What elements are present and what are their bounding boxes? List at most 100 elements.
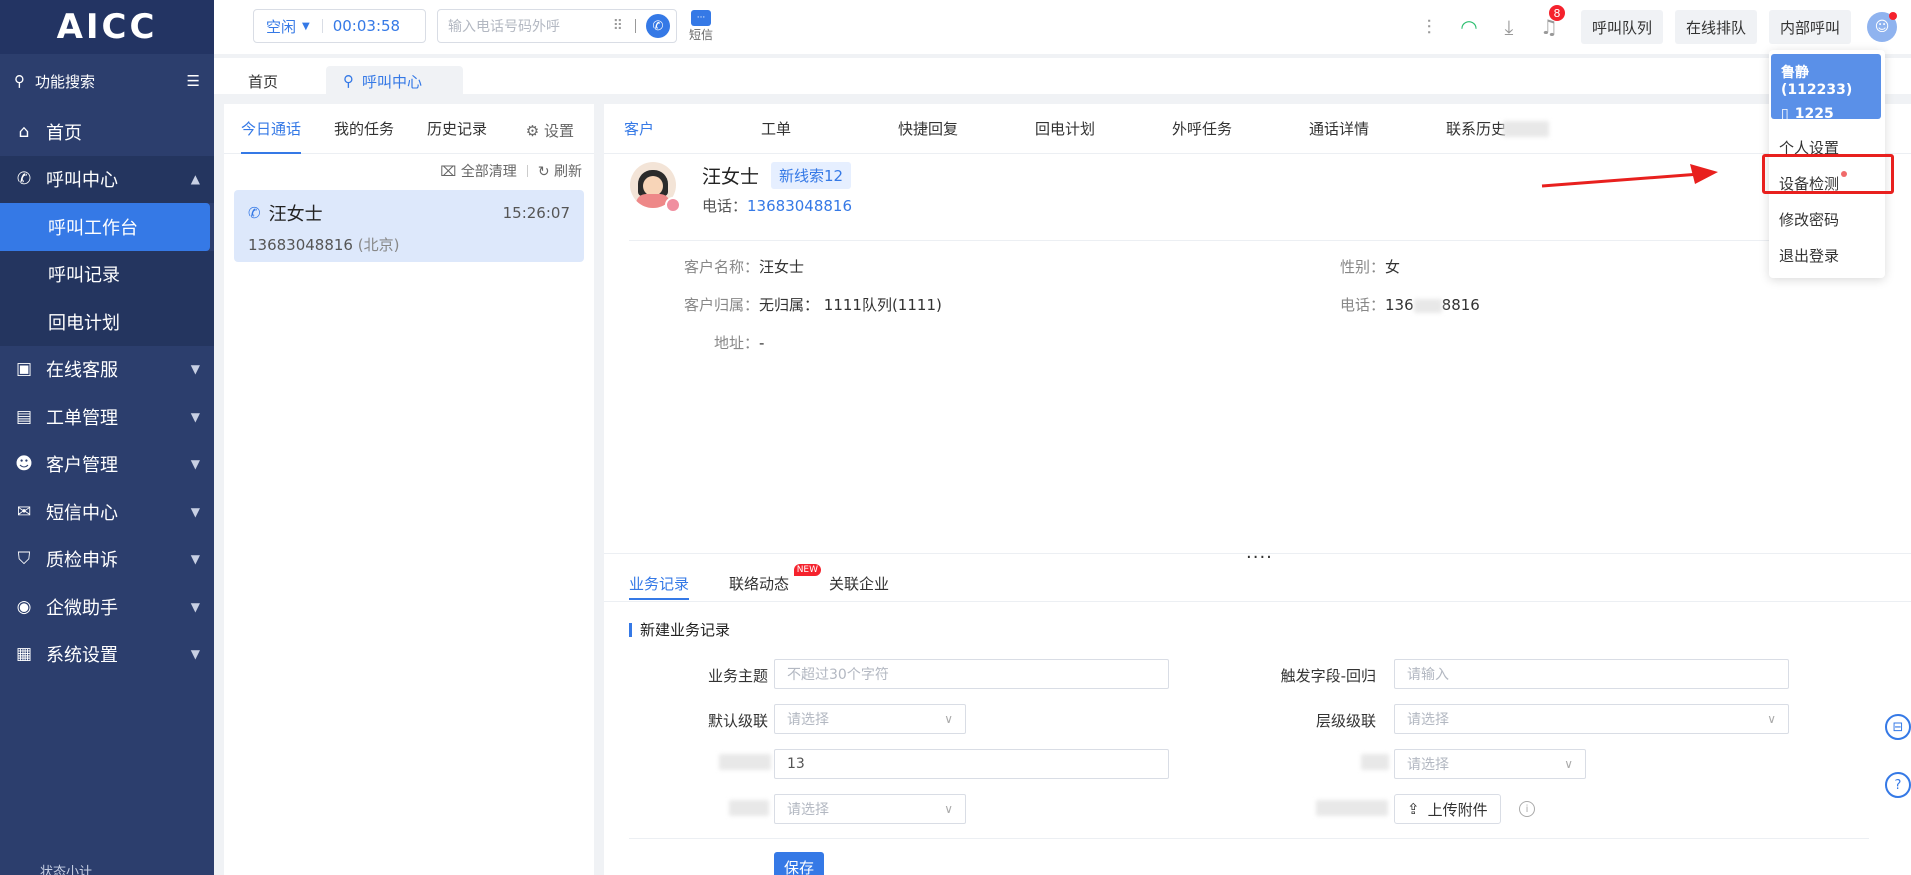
bell-icon[interactable]: ♫ 8 bbox=[1529, 5, 1569, 39]
online-queue-button[interactable]: 在线排队 bbox=[1674, 10, 1757, 44]
dial-input[interactable]: 输入电话号码外呼 bbox=[448, 16, 613, 36]
section-title: 新建业务记录 bbox=[629, 619, 730, 640]
sidebar-item-system-settings[interactable]: ▦ 系统设置 ▼ bbox=[0, 631, 214, 679]
search-icon: ⚲ bbox=[14, 72, 25, 90]
main-content: 客户 工单 快捷回复 回电计划 外呼任务 通话详情 联系历史 汪女士 新线索12 … bbox=[604, 104, 1911, 875]
chevron-up-icon: ▲ bbox=[190, 172, 200, 187]
tab-quick-reply[interactable]: 快捷回复 bbox=[898, 104, 1035, 154]
upload-attachment-button[interactable]: ⇪ 上传附件 bbox=[1394, 794, 1501, 824]
chevron-down-icon: ∨ bbox=[944, 712, 953, 726]
incoming-call-icon: ✆ bbox=[248, 204, 261, 222]
refresh-icon: ↻ bbox=[537, 164, 550, 180]
call-button[interactable]: ✆ bbox=[646, 14, 670, 38]
info-icon[interactable]: i bbox=[1519, 801, 1535, 817]
tab-business-records[interactable]: 业务记录 bbox=[629, 566, 690, 600]
broom-icon: ⌧ bbox=[440, 164, 457, 180]
field-customer-name: 客户名称：汪女士 bbox=[684, 256, 804, 277]
level-cascade-select[interactable]: 请选择 ∨ bbox=[1394, 704, 1789, 734]
dialpad-icon[interactable]: ⠿ bbox=[613, 18, 623, 34]
number-input[interactable]: 13 bbox=[774, 749, 1169, 779]
sms-button[interactable]: ··· 短信 bbox=[689, 10, 713, 43]
tab-ticket[interactable]: 工单 bbox=[761, 104, 898, 154]
sidebar-subitem-call-workbench[interactable]: 呼叫工作台 bbox=[0, 203, 210, 251]
call-list-item[interactable]: ✆ 汪女士 15:26:07 13683048816 (北京) bbox=[234, 190, 584, 262]
function-search[interactable]: ⚲ 功能搜索 ☰ bbox=[0, 54, 214, 108]
call-panel-settings-button[interactable]: ⚙ 设置 bbox=[526, 120, 574, 141]
help-float-icon[interactable]: ? bbox=[1885, 772, 1911, 798]
field-label: 客户归属： bbox=[684, 296, 760, 314]
phone-prefix: 136 bbox=[1385, 296, 1414, 314]
menu-change-password[interactable]: 修改密码 bbox=[1769, 201, 1885, 237]
tab-customer[interactable]: 客户 bbox=[624, 104, 761, 154]
select-field[interactable]: 请选择 ∨ bbox=[1394, 749, 1586, 779]
trigger-input[interactable]: 请输入 bbox=[1394, 659, 1789, 689]
sidebar-item-label: 工单管理 bbox=[46, 407, 118, 429]
sidebar-item-label: 首页 bbox=[46, 122, 82, 144]
tab-related-companies[interactable]: 关联企业 bbox=[829, 566, 889, 600]
sidebar-item-online-service[interactable]: ▣ 在线客服 ▼ bbox=[0, 346, 214, 394]
select-placeholder: 请选择 bbox=[1407, 757, 1449, 773]
bookmark-float-icon[interactable]: ⊟ bbox=[1885, 714, 1911, 740]
call-queue-button[interactable]: 呼叫队列 bbox=[1580, 10, 1663, 44]
sidebar-item-wecom-assistant[interactable]: ◉ 企微助手 ▼ bbox=[0, 583, 214, 631]
tab-contact-updates[interactable]: 联络动态 NEW bbox=[729, 564, 822, 600]
wifi-icon: ◠ bbox=[1460, 15, 1478, 39]
blurred-label bbox=[1361, 754, 1389, 770]
level-cascade-label: 层级级联 bbox=[1315, 712, 1376, 730]
sidebar-subitem-call-records[interactable]: 呼叫记录 bbox=[0, 250, 214, 298]
field-customer-owner: 客户归属：无归属： 1111队列(1111) bbox=[684, 294, 942, 315]
status-summary[interactable]: 状态小计 bbox=[0, 861, 214, 875]
customer-tag: 新线索12 bbox=[771, 162, 852, 189]
sidebar-item-sms-center[interactable]: ✉ 短信中心 ▼ bbox=[0, 488, 214, 536]
tab-today-calls[interactable]: 今日通话 bbox=[241, 104, 302, 154]
agent-status-select[interactable]: 空闲 ▼ 00:03:58 bbox=[253, 9, 426, 43]
dial-input-box[interactable]: 输入电话号码外呼 ⠿ ✆ bbox=[437, 9, 677, 43]
tab-callback-plan[interactable]: 回电计划 bbox=[1035, 104, 1172, 154]
sidebar-item-call-center[interactable]: ✆ 呼叫中心 ▲ bbox=[0, 155, 214, 203]
save-button[interactable]: 保存 bbox=[774, 852, 824, 875]
chat-icon: ▣ bbox=[15, 359, 33, 380]
tab-call-details[interactable]: 通话详情 bbox=[1309, 104, 1446, 154]
trigger-label: 触发字段-回归 bbox=[1280, 667, 1376, 685]
sidebar-item-ticket-management[interactable]: ▤ 工单管理 ▼ bbox=[0, 393, 214, 441]
sidebar-item-home[interactable]: ⌂ 首页 bbox=[0, 108, 214, 156]
wechat-badge-icon bbox=[665, 197, 681, 213]
sms-icon: ··· bbox=[691, 10, 711, 26]
internal-call-button[interactable]: 内部呼叫 bbox=[1768, 10, 1851, 44]
select-field[interactable]: 请选择 ∨ bbox=[774, 794, 966, 824]
sidebar-subitem-callback-plan[interactable]: 回电计划 bbox=[0, 298, 214, 346]
field-value: - bbox=[759, 334, 765, 352]
default-cascade-select[interactable]: 请选择 ∨ bbox=[774, 704, 966, 734]
subject-input[interactable]: 不超过30个字符 bbox=[774, 659, 1169, 689]
menu-logout[interactable]: 退出登录 bbox=[1769, 237, 1885, 273]
field-label: 客户名称： bbox=[684, 258, 760, 276]
blurred-label bbox=[729, 800, 769, 816]
field-value: 女 bbox=[1385, 258, 1401, 276]
phone-icon: ✆ bbox=[16, 169, 32, 190]
refresh-button[interactable]: ↻ 刷新 bbox=[538, 161, 582, 181]
clear-all-button[interactable]: ⌧ 全部清理 bbox=[440, 161, 517, 181]
sidebar-item-customer-management[interactable]: ☻ 客户管理 ▼ bbox=[0, 441, 214, 489]
call-panel: 今日通话 我的任务 历史记录 ⚙ 设置 ⌧ 全部清理 ↻ 刷新 ✆ 汪女士 15:… bbox=[224, 104, 594, 875]
sidebar-item-label: 质检申诉 bbox=[46, 550, 118, 572]
sidebar-item-quality-appeal[interactable]: ⛉ 质检申诉 ▼ bbox=[0, 536, 214, 584]
tab-outbound-task[interactable]: 外呼任务 bbox=[1172, 104, 1309, 154]
field-value: 无归属： 1111队列(1111) bbox=[759, 296, 942, 314]
download-icon[interactable]: ⤓ bbox=[1489, 15, 1529, 39]
page-tab-home[interactable]: 首页 bbox=[231, 66, 295, 96]
tab-history[interactable]: 历史记录 bbox=[427, 104, 487, 154]
chevron-down-icon: ▼ bbox=[190, 599, 200, 614]
blurred-label bbox=[1316, 800, 1388, 816]
page-tab-call-center[interactable]: ⚲ 呼叫中心 bbox=[326, 66, 463, 96]
user-avatar[interactable]: ☺ bbox=[1867, 12, 1897, 42]
blurred-label bbox=[719, 754, 771, 770]
voice-wave-icon[interactable]: ⫶ bbox=[1409, 15, 1449, 39]
call-time: 15:26:07 bbox=[502, 204, 570, 222]
customer-phone-link[interactable]: 13683048816 bbox=[747, 197, 852, 215]
drag-handle-icon[interactable]: ···· bbox=[1246, 549, 1273, 567]
tab-my-tasks[interactable]: 我的任务 bbox=[334, 104, 394, 154]
field-phone: 电话：136 8816 bbox=[1340, 294, 1480, 315]
collapse-menu-icon[interactable]: ☰ bbox=[187, 72, 200, 90]
sidebar-item-label: 在线客服 bbox=[46, 360, 118, 382]
home-icon: ⌂ bbox=[18, 121, 30, 142]
